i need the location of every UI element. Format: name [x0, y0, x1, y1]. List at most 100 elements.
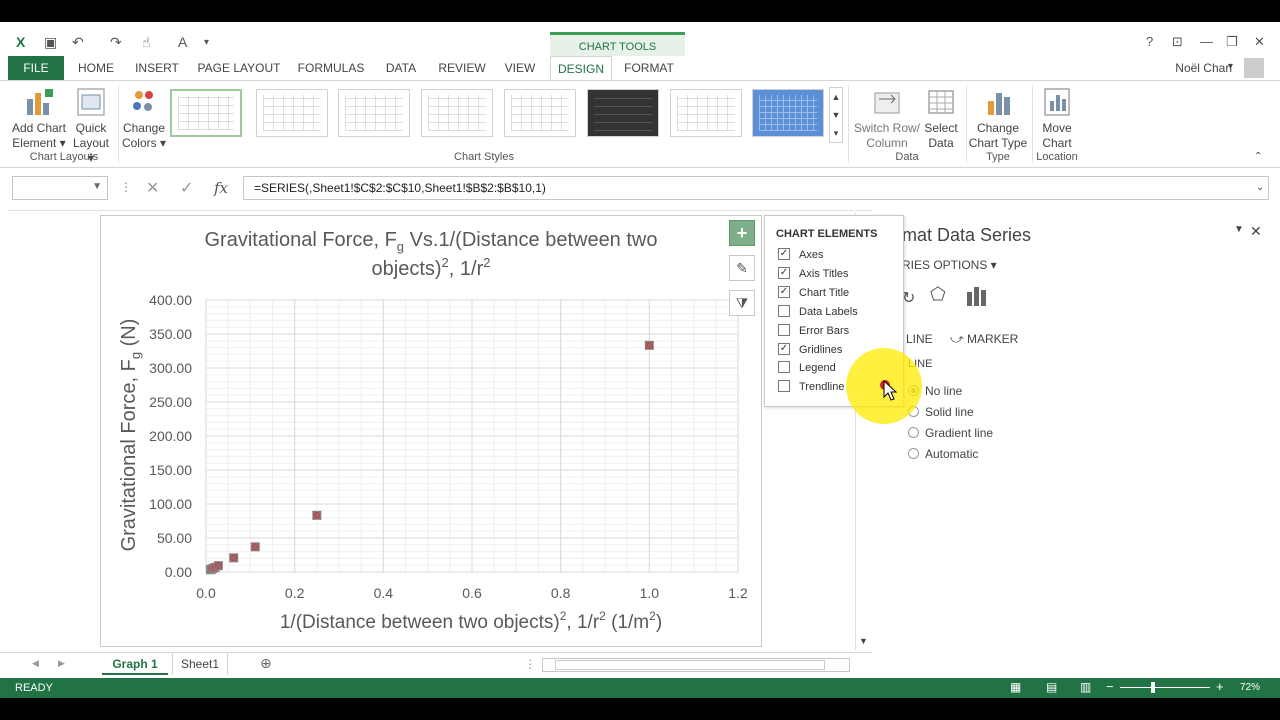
tab-line[interactable]: LINE [906, 332, 933, 346]
chart-title-checkbox[interactable]: ✓ [778, 286, 790, 299]
tab-home[interactable]: HOME [72, 56, 120, 80]
chart-styles-brush-icon[interactable]: ✎ [729, 255, 755, 281]
data-point[interactable] [312, 510, 322, 520]
tab-format[interactable]: FORMAT [618, 56, 680, 80]
expand-formula-icon[interactable]: ⌄ [1256, 182, 1264, 193]
chart-frame[interactable]: 0.0 0.2 0.4 0.6 0.8 1.0 1.2 0.00 50.00 100.00 150.… [100, 215, 762, 647]
zoom-in-icon[interactable]: + [1216, 679, 1224, 694]
chart-styles-scroll[interactable]: ▲ ▼ ▾ [829, 87, 843, 143]
radio-solid-line[interactable]: Solid line [908, 405, 974, 419]
legend-checkbox[interactable] [778, 361, 790, 374]
chart-style-7[interactable] [670, 89, 742, 137]
x-axis-title[interactable]: 1/(Distance between two objects)2, 1/r2 … [280, 609, 662, 633]
radio-automatic[interactable]: Automatic [908, 447, 978, 461]
tab-marker[interactable]: MARKER [967, 332, 1018, 346]
zoom-slider[interactable] [1120, 687, 1210, 688]
page-break-view-icon[interactable]: ▥ [1080, 680, 1091, 694]
name-box-dropdown-icon[interactable]: ▼ [92, 181, 102, 192]
tab-view[interactable]: VIEW [500, 56, 540, 80]
chart-title-line2[interactable]: objects)2, 1/r2 [372, 255, 491, 280]
chart-title-line1[interactable]: Gravitational Force, Fg Vs.1/(Distance b… [205, 229, 658, 254]
cancel-icon[interactable]: ✕ [146, 178, 159, 198]
close-icon[interactable]: ✕ [1254, 34, 1265, 50]
chart-style-1[interactable] [170, 89, 242, 137]
y-axis-title[interactable]: Gravitational Force, Fg (N) [118, 319, 143, 552]
data-point[interactable] [229, 553, 239, 563]
gridlines-checkbox[interactable]: ✓ [778, 343, 790, 356]
checkbox-chart-title[interactable]: ✓ Chart Title [778, 286, 849, 305]
restore-icon[interactable]: ❐ [1226, 34, 1238, 50]
data-point[interactable] [250, 542, 260, 552]
name-box[interactable]: ▼ [12, 176, 108, 200]
enter-icon[interactable]: ✓ [180, 178, 193, 198]
horizontal-scrollbar[interactable] [542, 658, 850, 672]
chart-style-6[interactable] [587, 89, 659, 137]
fill-line-icon[interactable]: ↻ [902, 288, 915, 308]
next-sheet-icon[interactable]: ▶ [58, 658, 65, 669]
chart-style-5[interactable] [504, 89, 576, 137]
insert-function-button[interactable]: fx [214, 179, 228, 197]
series-options-dropdown[interactable]: RIES OPTIONS ▾ [902, 258, 997, 272]
pane-close-icon[interactable]: ✕ [1250, 223, 1262, 240]
trendline-checkbox[interactable] [778, 380, 790, 393]
axes-checkbox[interactable]: ✓ [778, 248, 790, 261]
series-options-bars-icon[interactable] [966, 286, 988, 309]
chart-style-3[interactable] [338, 89, 410, 137]
tab-review[interactable]: REVIEW [436, 56, 488, 80]
ribbon-display-icon[interactable]: ⊡ [1172, 34, 1183, 50]
checkbox-legend[interactable]: Legend [778, 361, 836, 380]
collapse-ribbon-icon[interactable]: ⌃ [1254, 151, 1262, 162]
avatar[interactable] [1244, 58, 1264, 78]
data-point[interactable] [644, 340, 654, 350]
chart-filter-icon[interactable]: ⧩ [729, 290, 755, 316]
chart-elements-button[interactable]: + [729, 220, 755, 246]
sheet-tab-graph-1[interactable]: Graph 1 [102, 653, 168, 675]
checkbox-trendline[interactable]: Trendline [778, 380, 844, 399]
data-labels-checkbox[interactable] [778, 305, 790, 318]
normal-view-icon[interactable]: ▦ [1010, 680, 1021, 694]
user-dropdown-icon[interactable]: ▾ [1228, 61, 1233, 72]
effects-pentagon-icon[interactable]: ⬠ [930, 284, 946, 305]
horizontal-scroll-thumb[interactable] [555, 660, 825, 670]
chart-style-2[interactable] [256, 89, 328, 137]
tab-file[interactable]: FILE [8, 56, 64, 80]
add-chart-element-button[interactable]: Add Chart Element ▾ [8, 87, 70, 151]
pane-options-icon[interactable]: ▼ [1234, 224, 1244, 235]
chart-style-4[interactable] [421, 89, 493, 137]
page-layout-view-icon[interactable]: ▤ [1046, 680, 1057, 694]
scroll-down-icon[interactable]: ▼ [859, 636, 868, 646]
tab-insert[interactable]: INSERT [132, 56, 182, 80]
radio-gradient-line[interactable]: Gradient line [908, 426, 993, 440]
checkbox-error-bars[interactable]: Error Bars [778, 324, 849, 343]
tab-page-layout[interactable]: PAGE LAYOUT [196, 56, 282, 80]
error-bars-checkbox[interactable] [778, 324, 790, 337]
prev-sheet-icon[interactable]: ◀ [32, 658, 39, 669]
select-data-button[interactable]: Select Data [920, 87, 962, 151]
user-name[interactable]: Noël Chan [1175, 61, 1232, 75]
scatter-chart[interactable]: 0.0 0.2 0.4 0.6 0.8 1.0 1.2 0.00 50.00 100.00 150.… [101, 216, 761, 646]
tab-data[interactable]: DATA [380, 56, 422, 80]
data-point[interactable] [213, 561, 223, 571]
help-icon[interactable]: ? [1146, 34, 1153, 49]
zoom-out-icon[interactable]: − [1106, 679, 1114, 694]
chart-style-8[interactable] [752, 89, 824, 137]
tab-formulas[interactable]: FORMULAS [296, 56, 366, 80]
zoom-level[interactable]: 72% [1240, 682, 1260, 693]
sheet-tab-sheet1[interactable]: Sheet1 [172, 653, 228, 675]
change-chart-type-button[interactable]: Change Chart Type [968, 87, 1028, 151]
tab-splitter[interactable]: ⋮ [524, 657, 536, 671]
axis-titles-checkbox[interactable]: ✓ [778, 267, 790, 280]
checkbox-axis-titles[interactable]: ✓ Axis Titles [778, 267, 849, 286]
quick-layout-icon [75, 87, 107, 117]
checkbox-data-labels[interactable]: Data Labels [778, 305, 858, 324]
minimize-icon[interactable]: — [1200, 34, 1213, 49]
tab-design[interactable]: DESIGN [550, 56, 612, 80]
move-chart-button[interactable]: Move Chart [1034, 87, 1080, 151]
new-sheet-icon[interactable]: ⊕ [260, 655, 272, 672]
formula-input[interactable]: =SERIES(,Sheet1!$C$2:$C$10,Sheet1!$B$2:$… [243, 176, 1269, 200]
checkbox-gridlines[interactable]: ✓ Gridlines [778, 343, 842, 362]
checkbox-axes[interactable]: ✓ Axes [778, 248, 823, 267]
change-colors-button[interactable]: Change Colors ▾ [120, 87, 168, 151]
switch-row-column-button[interactable]: Switch Row/ Column [852, 87, 922, 151]
zoom-slider-thumb[interactable] [1151, 682, 1155, 693]
